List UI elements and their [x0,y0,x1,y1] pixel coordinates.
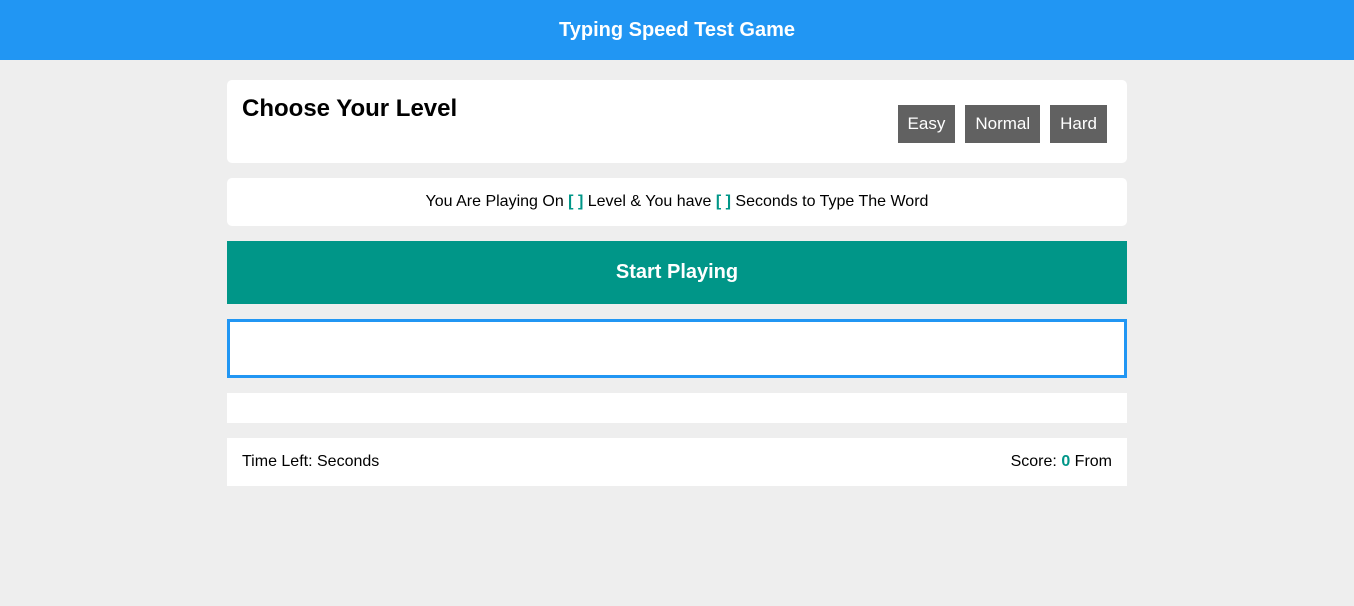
start-button[interactable]: Start Playing [227,241,1127,304]
level-selector: Choose Your Level Easy Normal Hard [227,80,1127,163]
time-left: Time Left: Seconds [242,453,379,471]
message-part3: Seconds to Type The Word [735,193,929,210]
message-part2: Level & You have [587,193,712,210]
score-from: From [1074,453,1112,470]
upcoming-words [227,393,1127,423]
level-hard-button[interactable]: Hard [1050,105,1107,143]
level-name: [ ] [568,193,584,210]
time-label: Time Left: [242,453,313,470]
time-unit: Seconds [317,453,380,470]
word-input[interactable] [227,319,1127,378]
score-label: Score: [1010,453,1057,470]
message-part1: You Are Playing On [425,193,564,210]
level-heading: Choose Your Level [242,95,458,122]
page-title: Typing Speed Test Game [559,18,795,41]
score-value: 0 [1061,453,1071,470]
level-easy-button[interactable]: Easy [897,105,956,143]
level-seconds: [ ] [715,193,731,210]
app-header: Typing Speed Test Game [0,0,1354,60]
level-buttons: Easy Normal Hard [897,105,1107,143]
game-container: Choose Your Level Easy Normal Hard You A… [227,80,1127,486]
score: Score: 0 From [1011,453,1112,471]
level-normal-button[interactable]: Normal [965,105,1041,143]
game-message: You Are Playing On [ ] Level & You have … [227,178,1127,226]
game-controls: Time Left: Seconds Score: 0 From [227,438,1127,486]
